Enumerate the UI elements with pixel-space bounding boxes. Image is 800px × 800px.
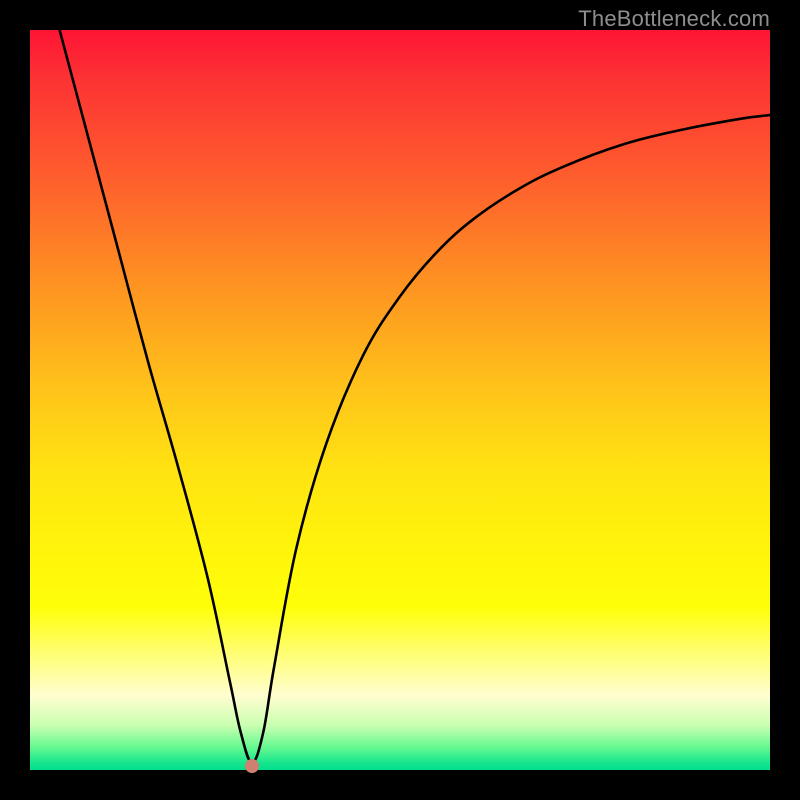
curve-svg	[30, 30, 770, 770]
chart-frame: TheBottleneck.com	[0, 0, 800, 800]
optimal-point-marker	[245, 759, 259, 773]
bottleneck-curve	[60, 30, 770, 763]
watermark-text: TheBottleneck.com	[578, 6, 770, 32]
plot-area	[30, 30, 770, 770]
